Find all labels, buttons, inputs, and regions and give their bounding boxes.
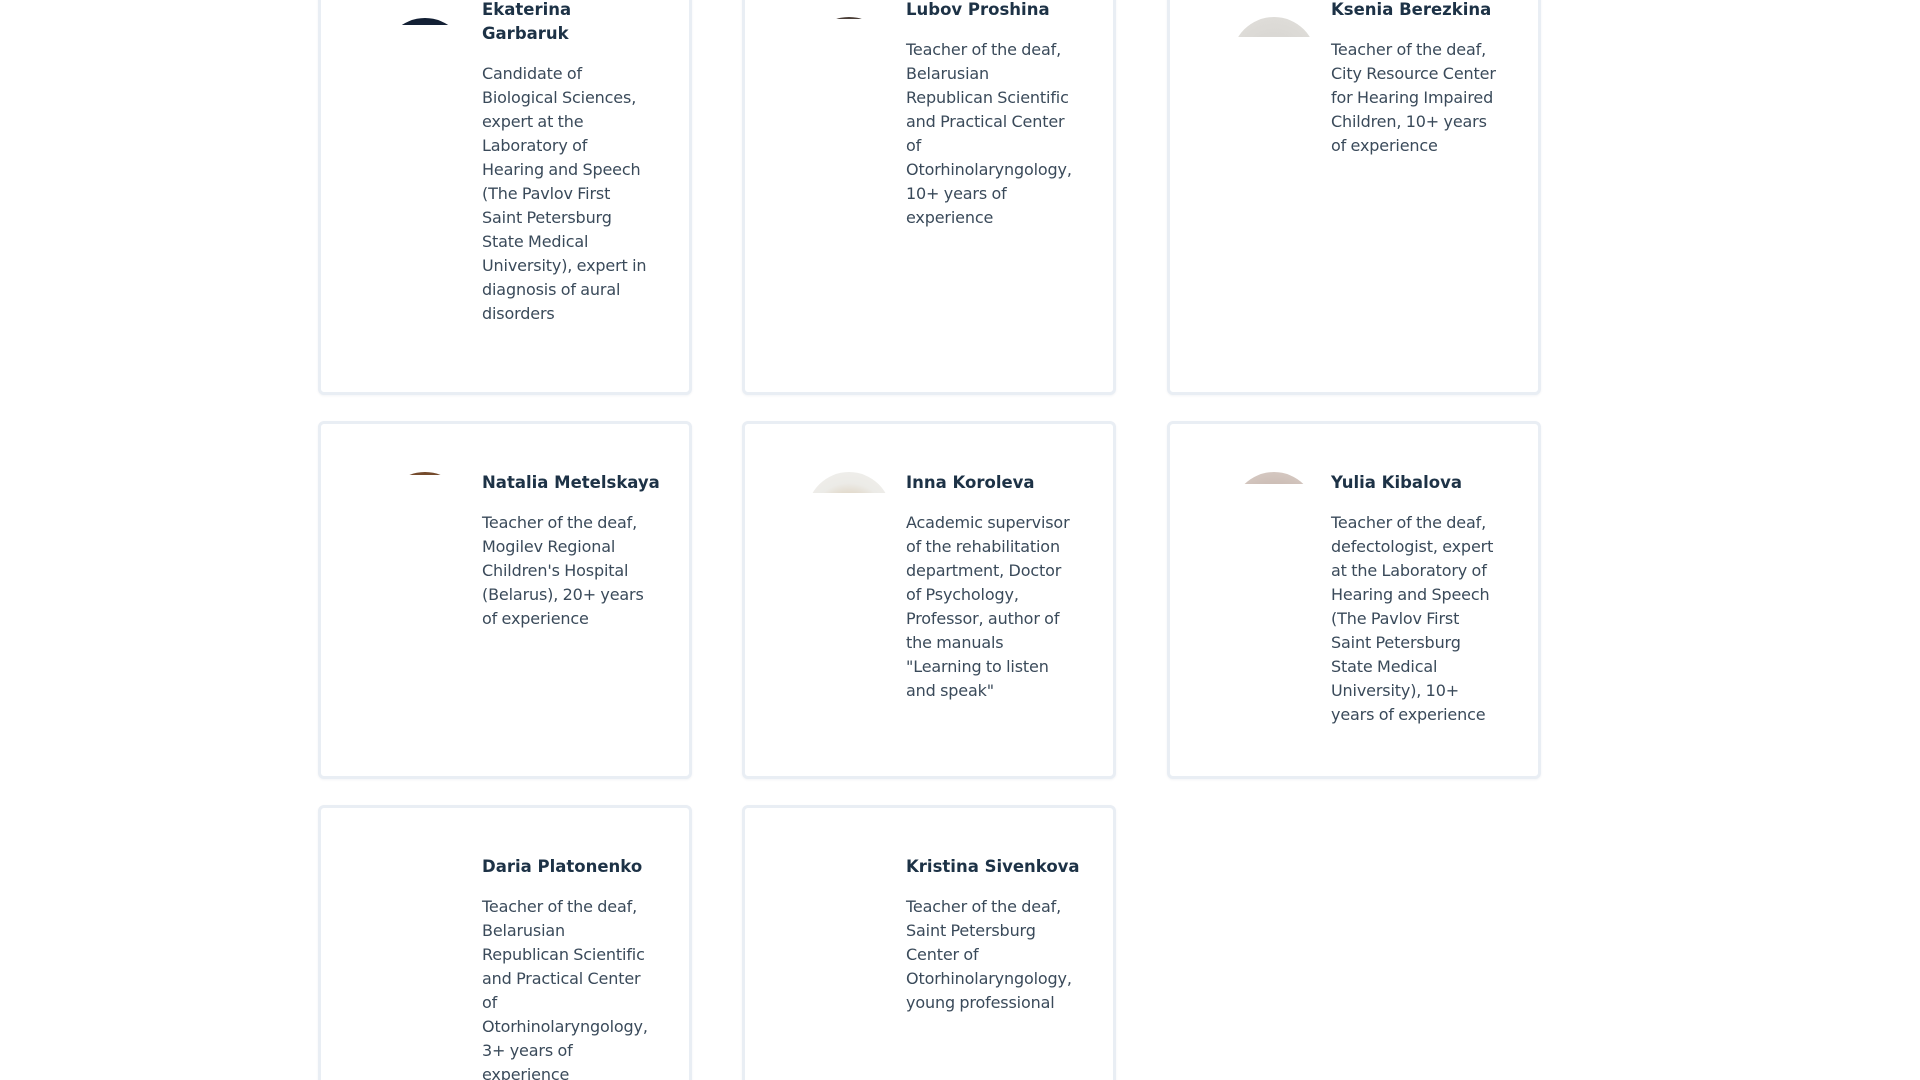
- expert-name: Ksenia Berezkina: [1331, 0, 1492, 19]
- expert-photo: [383, 18, 467, 25]
- expert-name: Yulia Kibalova: [1331, 473, 1462, 492]
- expert-photo-cell: [1232, 0, 1316, 392]
- expert-name: Daria Platonenko: [482, 857, 643, 876]
- experts-grid: Ekaterina Garbaruk Candidate of Biologic…: [0, 0, 1900, 1080]
- expert-photo-cell: [807, 424, 891, 776]
- expert-photo: [807, 472, 891, 493]
- expert-card: Ksenia Berezkina Teacher of the deaf, Ci…: [1167, 0, 1541, 395]
- vertical-scrollbar[interactable]: [1903, 0, 1920, 1080]
- expert-card: Kristina Sivenkova Teacher of the deaf, …: [742, 805, 1116, 1080]
- expert-name: Lubov Proshina: [906, 0, 1050, 19]
- expert-description: Teacher of the deaf, Belarusian Republic…: [906, 40, 1072, 227]
- expert-photo: [1232, 472, 1316, 484]
- expert-photo-cell: [807, 808, 891, 1080]
- expert-photo-cell: [383, 424, 467, 776]
- expert-description: Teacher of the deaf, Mogilev Regional Ch…: [482, 513, 644, 628]
- expert-name: Inna Koroleva: [906, 473, 1035, 492]
- expert-photo-cell: [807, 0, 891, 392]
- expert-description: Teacher of the deaf, Saint Petersburg Ce…: [906, 897, 1072, 1012]
- expert-photo: [383, 472, 467, 475]
- expert-photo-cell: [383, 808, 467, 1080]
- expert-photo-cell: [383, 0, 467, 392]
- expert-photo: [1232, 17, 1316, 37]
- expert-photo-cell: [1232, 424, 1316, 776]
- expert-description: Academic supervisor of the rehabilitatio…: [906, 513, 1070, 700]
- expert-description: Teacher of the deaf, defectologist, expe…: [1331, 513, 1494, 724]
- expert-photo: [807, 17, 891, 19]
- expert-name: Kristina Sivenkova: [906, 857, 1080, 876]
- expert-card: Inna Koroleva Academic supervisor of the…: [742, 421, 1116, 779]
- expert-name: Natalia Metelskaya: [482, 473, 660, 492]
- expert-description: Candidate of Biological Sciences, expert…: [482, 64, 647, 323]
- expert-card: Natalia Metelskaya Teacher of the deaf, …: [318, 421, 692, 779]
- expert-name: Ekaterina Garbaruk: [482, 0, 572, 43]
- page-viewport: Ekaterina Garbaruk Candidate of Biologic…: [0, 0, 1920, 1080]
- expert-card: Daria Platonenko Teacher of the deaf, Be…: [318, 805, 692, 1080]
- expert-card: Lubov Proshina Teacher of the deaf, Bela…: [742, 0, 1116, 395]
- expert-card: Yulia Kibalova Teacher of the deaf, defe…: [1167, 421, 1541, 779]
- expert-card: Ekaterina Garbaruk Candidate of Biologic…: [318, 0, 692, 395]
- expert-description: Teacher of the deaf, Belarusian Republic…: [482, 897, 648, 1080]
- expert-description: Teacher of the deaf, City Resource Cente…: [1331, 40, 1496, 155]
